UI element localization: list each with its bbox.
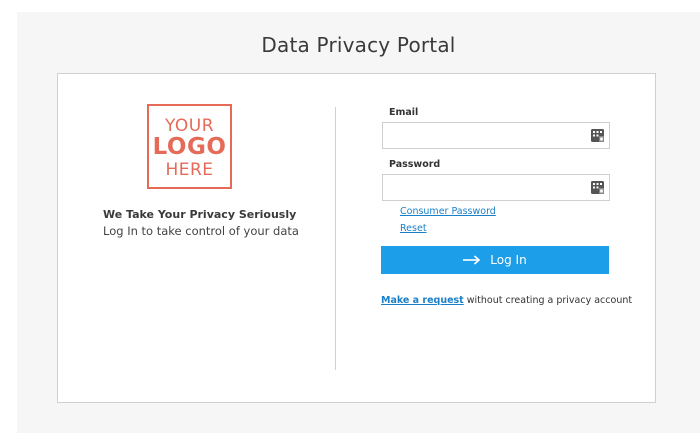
email-field[interactable] — [383, 123, 588, 148]
company-logo: YOUR LOGO HERE — [147, 104, 232, 189]
email-field-box[interactable] — [382, 122, 610, 149]
email-label: Email — [389, 107, 419, 118]
password-label: Password — [389, 159, 441, 170]
privacy-tagline: We Take Your Privacy Seriously — [103, 208, 297, 221]
consumer-password-link[interactable]: Consumer Password — [400, 206, 496, 217]
privacy-subtitle: Log In to take control of your data — [103, 224, 299, 238]
page-title: Data Privacy Portal — [261, 33, 456, 57]
logo-line-2: LOGO — [152, 134, 227, 160]
arrow-right-icon — [463, 255, 481, 265]
login-button-label: Log In — [490, 253, 527, 267]
reset-link[interactable]: Reset — [400, 223, 427, 234]
request-suffix: without creating a privacy account — [463, 295, 633, 306]
logo-line-3: HERE — [165, 160, 214, 180]
keypad-icon[interactable] — [591, 181, 604, 194]
logo-line-1: YOUR — [164, 116, 215, 136]
login-card: YOUR LOGO HERE We Take Your Privacy Seri… — [57, 73, 656, 403]
request-line: Make a request without creating a privac… — [381, 295, 632, 306]
vertical-divider — [335, 107, 336, 370]
make-request-link[interactable]: Make a request — [381, 295, 464, 306]
keypad-icon[interactable] — [591, 129, 604, 142]
password-field-box[interactable] — [382, 174, 610, 201]
login-button[interactable]: Log In — [381, 246, 609, 274]
password-field[interactable] — [383, 175, 588, 200]
